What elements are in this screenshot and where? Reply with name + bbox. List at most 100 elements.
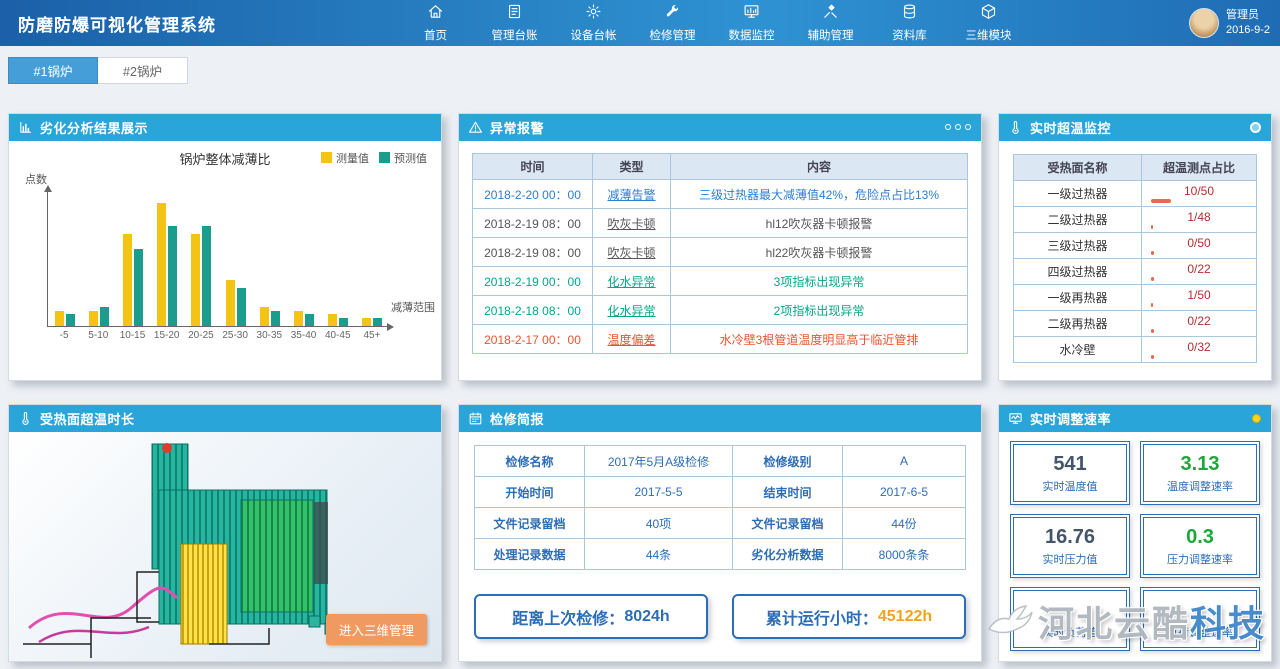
legend-item: 预测值: [379, 150, 427, 166]
x-tick-label: 20-25: [184, 330, 218, 341]
bar-group: [355, 318, 389, 326]
avatar[interactable]: [1189, 8, 1219, 38]
enter-3d-button[interactable]: 进入三维管理: [326, 614, 427, 645]
top-bar: 防磨防爆可视化管理系统 首页管理台账设备台帐检修管理数据监控辅助管理资料库三维模…: [0, 0, 1280, 46]
column-header: 受热面名称: [1014, 155, 1142, 181]
overtemp-table-header: 受热面名称超温测点占比: [1014, 155, 1257, 181]
nav-item-wrench[interactable]: 检修管理: [633, 0, 712, 46]
total-running-hours-value: 45122h: [878, 608, 932, 626]
measured-bar: [157, 203, 166, 326]
surface-name: 水冷壁: [1014, 337, 1142, 363]
panel-header: 实时调整速率: [999, 405, 1271, 432]
alarm-table: 时间类型内容 2018-2-20 00：00减薄告警三级过热器最大减薄值42%，…: [472, 153, 968, 354]
surface-name: 三级过热器: [1014, 233, 1142, 259]
panel-title: 实时调整速率: [1030, 409, 1111, 428]
boiler-3d-visualization[interactable]: 进入三维管理: [9, 432, 441, 661]
field-label: 劣化分析数据: [733, 539, 843, 570]
total-running-hours-label: 累计运行小时：: [766, 605, 878, 629]
ratio-value: 0/22: [1150, 315, 1248, 328]
panel-overtemp-monitor: 实时超温监控 受热面名称超温测点占比 一级过热器10/50二级过热器1/48三级…: [998, 113, 1272, 381]
stat-value: 3.13: [1181, 453, 1220, 476]
alarm-content: hl12吹灰器卡顿报警: [671, 209, 968, 238]
bar-group: [287, 311, 321, 326]
stat-value: 0.3: [1186, 526, 1214, 549]
bar-group: [82, 307, 116, 326]
nav-item-cube[interactable]: 三维模块: [949, 0, 1028, 46]
field-value: 44份: [843, 508, 966, 539]
stat-value: 541: [1053, 453, 1086, 476]
field-label: 检修级别: [733, 446, 843, 477]
column-header: 类型: [593, 154, 671, 180]
stat-label: 实时负荷值: [1043, 624, 1098, 640]
alarm-type-link[interactable]: 吹灰卡顿: [593, 209, 671, 238]
nav-label: 辅助管理: [808, 27, 854, 43]
overtemp-ratio-cell: 10/50: [1142, 181, 1257, 207]
alarm-type-link[interactable]: 减薄告警: [593, 180, 671, 209]
tab-boiler-1[interactable]: #1锅炉: [8, 57, 98, 84]
user-name: 管理员: [1226, 8, 1270, 23]
ratio-bar: [1150, 329, 1248, 333]
ratio-bar: [1150, 277, 1248, 281]
nav-item-home[interactable]: 首页: [396, 0, 475, 46]
alarm-type-link[interactable]: 温度偏差: [593, 325, 671, 354]
stat-box: 16.76实时压力值: [1010, 514, 1130, 578]
overtemp-row: 二级再热器 0/22: [1014, 311, 1257, 337]
nav-item-ledger[interactable]: 管理台账: [475, 0, 554, 46]
predicted-bar: [66, 314, 75, 326]
nav-item-gear[interactable]: 设备台帐: [554, 0, 633, 46]
alarm-content: 2项指标出现异常: [671, 296, 968, 325]
status-indicator: [1252, 414, 1261, 423]
tab-boiler-2[interactable]: #2锅炉: [98, 57, 188, 84]
nav-label: 检修管理: [650, 27, 696, 43]
overtemp-row: 三级过热器0/50: [1014, 233, 1257, 259]
overtemp-row: 四级过热器0/22: [1014, 259, 1257, 285]
alarm-type-link[interactable]: 化水异常: [593, 267, 671, 296]
warning-icon: [468, 120, 483, 135]
alarm-row: 2018-2-19 08：00吹灰卡顿hl22吹灰器卡顿报警: [473, 238, 968, 267]
since-last-maintenance-button[interactable]: 距离上次检修：8024h: [474, 594, 708, 639]
y-axis-label: 点数: [25, 171, 429, 187]
measured-bar: [226, 280, 235, 326]
chart-xlabels: -55-1010-1515-2020-2525-3030-3535-4040-4…: [47, 330, 389, 341]
home-icon: [427, 3, 444, 25]
ratio-value: 1/48: [1150, 211, 1248, 224]
overtemp-ratio-cell: 0/22: [1142, 259, 1257, 285]
panel-header: 受热面超温时长: [9, 405, 441, 432]
total-running-hours-button[interactable]: 累计运行小时：45122h: [732, 594, 966, 639]
alarm-row: 2018-2-20 00：00减薄告警三级过热器最大减薄值42%，危险点占比13…: [473, 180, 968, 209]
nav-label: 数据监控: [729, 27, 775, 43]
chart-plot: [47, 189, 389, 327]
database-icon: [901, 3, 918, 25]
field-value: 2017-6-5: [843, 477, 966, 508]
user-box[interactable]: 管理员 2016-9-2: [1189, 0, 1270, 46]
x-tick-label: 25-30: [218, 330, 252, 341]
panel-header: 劣化分析结果展示: [9, 114, 441, 141]
predicted-bar: [271, 311, 280, 326]
stat-label: 实时温度值: [1043, 478, 1098, 494]
alarm-type-link[interactable]: 化水异常: [593, 296, 671, 325]
measured-bar: [123, 234, 132, 326]
header-dots-menu[interactable]: [945, 124, 971, 130]
ratio-value: 0/32: [1150, 341, 1248, 354]
field-value: A: [843, 446, 966, 477]
nav-item-tools[interactable]: 辅助管理: [791, 0, 870, 46]
predicted-bar: [339, 318, 348, 326]
nav-item-database[interactable]: 资料库: [870, 0, 949, 46]
ledger-icon: [506, 3, 523, 25]
field-value: 2017-5-5: [585, 477, 733, 508]
header-indicator: [1250, 122, 1261, 133]
x-tick-label: 35-40: [286, 330, 320, 341]
overtemp-ratio-cell: 0/50: [1142, 233, 1257, 259]
stat-value: 16.76: [1045, 526, 1095, 549]
maintenance-row: 检修名称2017年5月A级检修检修级别A: [475, 446, 966, 477]
alarm-type-link[interactable]: 吹灰卡顿: [593, 238, 671, 267]
panel-title: 异常报警: [490, 118, 544, 137]
nav-item-data-monitor[interactable]: 数据监控: [712, 0, 791, 46]
cube-icon: [980, 3, 997, 25]
field-label: 结束时间: [733, 477, 843, 508]
alarm-time: 2018-2-19 08：00: [473, 238, 593, 267]
surface-name: 二级再热器: [1014, 311, 1142, 337]
bar-chart-icon: [18, 120, 33, 135]
field-value: 8000条条: [843, 539, 966, 570]
legend-item: 测量值: [321, 150, 369, 166]
